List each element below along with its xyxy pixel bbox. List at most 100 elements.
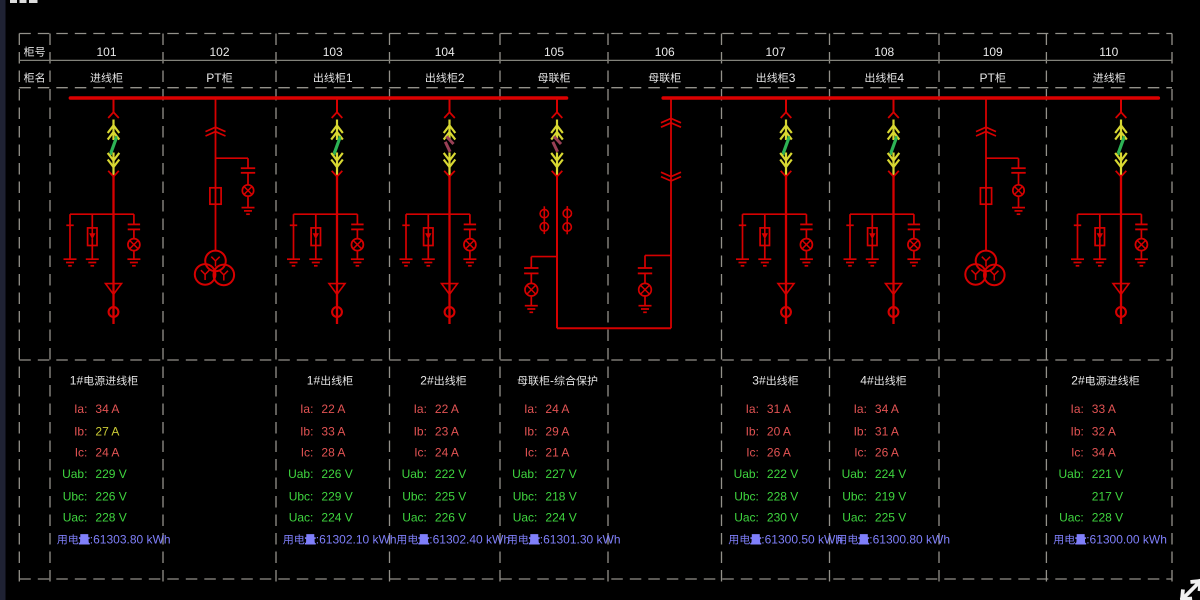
svg-text:Ic:: Ic: xyxy=(414,445,427,459)
svg-text::61302.10 kWh: :61302.10 kWh xyxy=(316,533,397,547)
svg-text:2#: 2# xyxy=(1071,374,1085,388)
svg-text:1#: 1# xyxy=(70,374,84,388)
svg-text:106: 106 xyxy=(655,45,675,59)
svg-text:32 A: 32 A xyxy=(1092,424,1116,438)
svg-text:26 A: 26 A xyxy=(875,445,899,459)
svg-text:Ib:: Ib: xyxy=(300,424,313,438)
svg-text:Ia:: Ia: xyxy=(854,402,867,416)
svg-text:3: 3 xyxy=(789,71,796,85)
svg-text:228 V: 228 V xyxy=(767,489,798,503)
svg-text:31 A: 31 A xyxy=(875,424,899,438)
svg-text:102: 102 xyxy=(210,45,230,59)
svg-text:Ic:: Ic: xyxy=(746,445,759,459)
svg-text:107: 107 xyxy=(766,45,786,59)
svg-text:229 V: 229 V xyxy=(321,489,352,503)
svg-text:222 V: 222 V xyxy=(435,467,466,481)
svg-text:-: - xyxy=(550,374,554,388)
svg-text:226 V: 226 V xyxy=(435,510,466,524)
svg-text:27 A: 27 A xyxy=(95,424,119,438)
svg-text:33 A: 33 A xyxy=(321,424,345,438)
svg-text:228 V: 228 V xyxy=(1092,510,1123,524)
svg-text:Ubc:: Ubc: xyxy=(842,489,867,503)
svg-text:Ib:: Ib: xyxy=(524,424,537,438)
svg-text:22 A: 22 A xyxy=(435,402,459,416)
svg-text:Uac:: Uac: xyxy=(842,510,867,524)
svg-text:1#: 1# xyxy=(307,374,321,388)
svg-text:Ib:: Ib: xyxy=(1071,424,1084,438)
svg-text:29 A: 29 A xyxy=(545,424,569,438)
svg-text::61301.30 kWh: :61301.30 kWh xyxy=(540,533,621,547)
svg-text:225 V: 225 V xyxy=(875,510,906,524)
svg-text:Ubc:: Ubc: xyxy=(734,489,759,503)
svg-text:24 A: 24 A xyxy=(545,402,569,416)
svg-text:23 A: 23 A xyxy=(435,424,459,438)
svg-text:PT: PT xyxy=(206,71,222,85)
svg-text:228 V: 228 V xyxy=(95,510,126,524)
svg-text:Uab:: Uab: xyxy=(402,467,427,481)
svg-text:226 V: 226 V xyxy=(95,489,126,503)
svg-text:Ubc:: Ubc: xyxy=(513,489,538,503)
svg-text:4: 4 xyxy=(897,71,904,85)
svg-text:Uac:: Uac: xyxy=(513,510,538,524)
svg-text::61303.80 kWh: :61303.80 kWh xyxy=(90,533,171,547)
svg-text:101: 101 xyxy=(97,45,117,59)
svg-text:230 V: 230 V xyxy=(767,510,798,524)
svg-text::61300.80 kWh: :61300.80 kWh xyxy=(869,533,950,547)
svg-text::61300.00 kWh: :61300.00 kWh xyxy=(1086,533,1167,547)
svg-text:Ic:: Ic: xyxy=(854,445,867,459)
svg-text:Ubc:: Ubc: xyxy=(289,489,314,503)
svg-text:110: 110 xyxy=(1099,45,1118,59)
svg-text:Uac:: Uac: xyxy=(734,510,759,524)
svg-text:4#: 4# xyxy=(860,374,874,388)
svg-text:Ic:: Ic: xyxy=(525,445,538,459)
svg-text:PT: PT xyxy=(980,71,996,85)
svg-text:222 V: 222 V xyxy=(767,467,798,481)
svg-text:109: 109 xyxy=(983,45,1003,59)
svg-text:21 A: 21 A xyxy=(545,445,569,459)
svg-text:26 A: 26 A xyxy=(767,445,791,459)
svg-text:Ib:: Ib: xyxy=(74,424,87,438)
svg-text:1: 1 xyxy=(346,71,353,85)
svg-text:28 A: 28 A xyxy=(321,445,345,459)
svg-text:Ia:: Ia: xyxy=(524,402,537,416)
svg-text:Uab:: Uab: xyxy=(62,467,87,481)
svg-text::61302.40 kWh: :61302.40 kWh xyxy=(429,533,510,547)
svg-text:224 V: 224 V xyxy=(875,467,906,481)
svg-text:225 V: 225 V xyxy=(435,489,466,503)
svg-text:Ic:: Ic: xyxy=(75,445,88,459)
svg-text:Ia:: Ia: xyxy=(74,402,87,416)
svg-text:217 V: 217 V xyxy=(1092,489,1123,503)
svg-text:Ia:: Ia: xyxy=(746,402,759,416)
svg-text:224 V: 224 V xyxy=(545,510,576,524)
svg-text:Ia:: Ia: xyxy=(300,402,313,416)
svg-text:Ubc:: Ubc: xyxy=(63,489,88,503)
svg-text:24 A: 24 A xyxy=(95,445,119,459)
svg-text:34 A: 34 A xyxy=(1092,445,1116,459)
svg-text:3#: 3# xyxy=(752,374,766,388)
svg-text:224 V: 224 V xyxy=(321,510,352,524)
svg-text:218 V: 218 V xyxy=(545,489,576,503)
svg-text:2#: 2# xyxy=(420,374,434,388)
svg-text:Ib:: Ib: xyxy=(414,424,427,438)
svg-text:103: 103 xyxy=(323,45,343,59)
svg-text::61300.50 kWh: :61300.50 kWh xyxy=(761,533,842,547)
svg-text:Uac:: Uac: xyxy=(63,510,88,524)
svg-text:219 V: 219 V xyxy=(875,489,906,503)
svg-text:229 V: 229 V xyxy=(95,467,126,481)
svg-text:31 A: 31 A xyxy=(767,402,791,416)
svg-text:105: 105 xyxy=(544,45,564,59)
svg-text:Uab:: Uab: xyxy=(288,467,313,481)
svg-text:Ia:: Ia: xyxy=(1071,402,1084,416)
svg-text:Ic:: Ic: xyxy=(1071,445,1084,459)
svg-text:Uab:: Uab: xyxy=(734,467,759,481)
svg-text:227 V: 227 V xyxy=(545,467,576,481)
svg-text:Uab:: Uab: xyxy=(842,467,867,481)
svg-text:24 A: 24 A xyxy=(435,445,459,459)
svg-text:Uac:: Uac: xyxy=(402,510,427,524)
svg-text:221 V: 221 V xyxy=(1092,467,1123,481)
svg-text:33 A: 33 A xyxy=(1092,402,1116,416)
svg-text:Ic:: Ic: xyxy=(301,445,314,459)
svg-text:Uab:: Uab: xyxy=(1059,467,1084,481)
svg-text:34 A: 34 A xyxy=(95,402,119,416)
svg-text:Uac:: Uac: xyxy=(1059,510,1084,524)
